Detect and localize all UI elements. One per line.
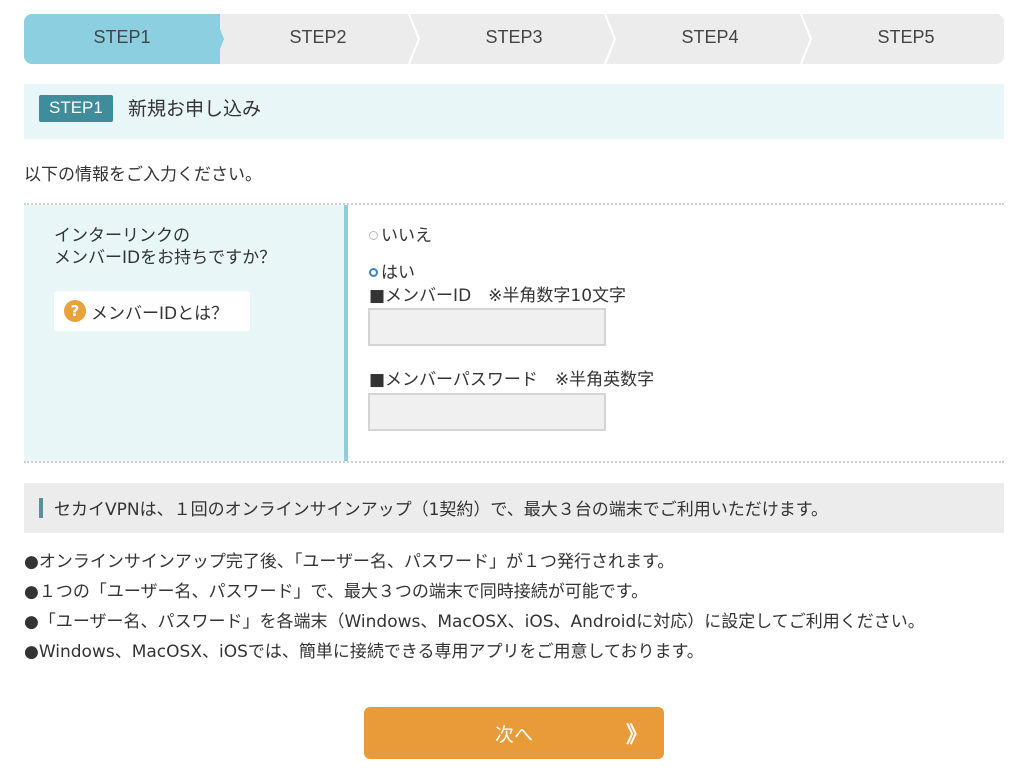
step-3: STEP3 [485, 27, 543, 47]
radio-yes-button[interactable] [369, 267, 378, 277]
member-id-question: インターリンクの メンバーIDをお持ちですか？ [54, 225, 276, 269]
chevron-right-icon: 》 [625, 723, 648, 748]
next-button[interactable]: 次へ 》 [364, 707, 664, 759]
radio-yes-label: はい [381, 263, 415, 283]
notes-list: ●オンラインサインアップ完了後、「ユーザー名、パスワード」が１つ発行されます。 … [24, 549, 925, 669]
radio-yes[interactable]: はい [369, 262, 415, 284]
step-4: STEP4 [681, 27, 739, 47]
question-line-1: インターリンクの [54, 226, 190, 246]
step-1: STEP1 [24, 14, 220, 64]
list-item: ●Windows、MacOSX、iOSでは、簡単に接続できる専用アプリをご用意し… [24, 642, 704, 662]
step-5: STEP5 [877, 27, 935, 47]
member-id-input[interactable] [368, 308, 606, 346]
form-question-panel: インターリンクの メンバーIDをお持ちですか？ ? メンバーIDとは？ [24, 205, 348, 461]
radio-no[interactable]: いいえ [369, 225, 432, 247]
question-line-2: メンバーIDをお持ちですか？ [54, 248, 277, 268]
list-item: ●１つの「ユーザー名、パスワード」で、最大３つの端末で同時接続が可能です。 [24, 582, 649, 602]
password-input[interactable] [368, 393, 606, 431]
form-input-panel: いいえ はい ■メンバーID ※半角数字10文字 ■メンバーパスワード ※半角英… [348, 205, 1004, 461]
question-mark-icon: ? [64, 300, 86, 322]
member-form: インターリンクの メンバーIDをお持ちですか？ ? メンバーIDとは？ いいえ … [24, 203, 1004, 463]
info-banner: セカイVPNは、１回のオンラインサインアップ（1契約）で、最大３台の端末でご利用… [24, 483, 1004, 533]
member-id-help-link[interactable]: ? メンバーIDとは？ [54, 291, 250, 331]
step-2: STEP2 [289, 27, 347, 47]
list-item: ●「ユーザー名、パスワード」を各端末（Windows、MacOSX、iOS、An… [24, 612, 925, 632]
help-label: メンバーIDとは？ [91, 304, 229, 324]
radio-no-label: いいえ [381, 226, 432, 246]
section-header: STEP1 新規お申し込み [24, 84, 1004, 139]
banner-text: セカイVPNは、１回のオンラインサインアップ（1契約）で、最大３台の端末でご利用… [54, 500, 829, 520]
step-badge: STEP1 [39, 95, 113, 122]
page-title: 新規お申し込み [128, 98, 262, 120]
next-button-label: 次へ [494, 724, 533, 746]
banner-accent-bar [39, 498, 43, 518]
password-label: ■メンバーパスワード ※半角英数字 [369, 370, 655, 390]
member-id-label: ■メンバーID ※半角数字10文字 [369, 286, 627, 306]
list-item: ●オンラインサインアップ完了後、「ユーザー名、パスワード」が１つ発行されます。 [24, 552, 675, 572]
radio-no-button[interactable] [369, 230, 378, 240]
intro-text: 以下の情報をご入力ください。 [24, 165, 262, 185]
step-progress-bar: STEP1 STEP2 STEP3 STEP4 STEP5 [24, 14, 1004, 64]
